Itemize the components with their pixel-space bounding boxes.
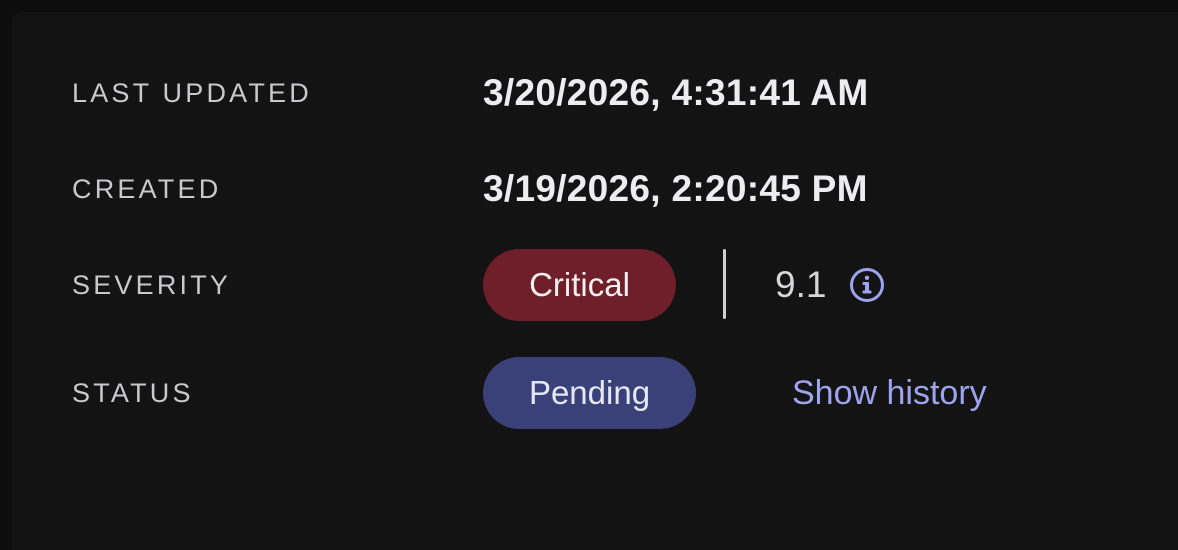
last-updated-row: LAST UPDATED 3/20/2026, 4:31:41 AM [12,57,1178,129]
status-badge: Pending [483,357,696,429]
severity-score: 9.1 [775,264,827,305]
status-row: STATUS Pending Show history [12,357,1178,429]
created-value: 3/19/2026, 2:20:45 PM [483,168,868,209]
status-label: STATUS [72,377,194,408]
details-panel: LAST UPDATED 3/20/2026, 4:31:41 AM CREAT… [12,12,1178,550]
last-updated-value: 3/20/2026, 4:31:41 AM [483,72,869,113]
severity-badge: Critical [483,249,676,321]
severity-divider [723,249,726,319]
show-history-link[interactable]: Show history [792,374,987,413]
severity-label: SEVERITY [72,269,232,300]
last-updated-label: LAST UPDATED [72,77,312,108]
info-circle-icon[interactable] [848,266,886,304]
created-row: CREATED 3/19/2026, 2:20:45 PM [12,153,1178,225]
created-label: CREATED [72,173,222,204]
severity-row: SEVERITY Critical 9.1 [12,249,1178,321]
